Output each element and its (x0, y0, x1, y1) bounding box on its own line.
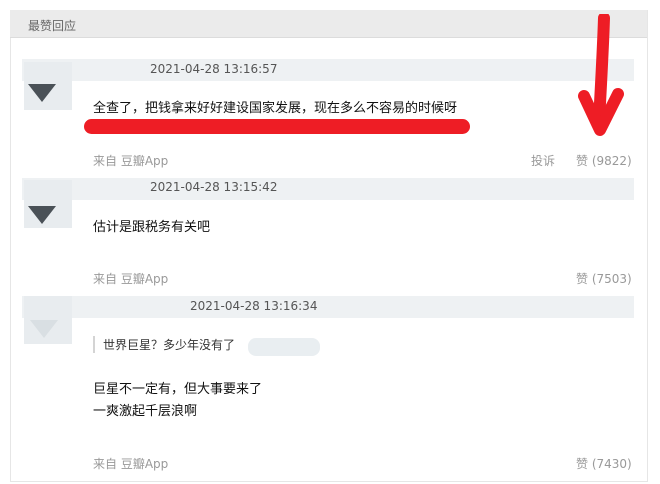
comment-timestamp: 2021-04-28 13:16:57 (150, 62, 278, 76)
like-button[interactable]: 赞 (7503) (576, 270, 632, 287)
avatar[interactable] (24, 62, 72, 110)
comment-timestamp: 2021-04-28 13:15:42 (150, 180, 278, 194)
comment-content: 巨星不一定有，但大事要来了 (93, 382, 263, 397)
red-underline-annotation (84, 119, 470, 134)
quoted-comment: 世界巨星？多少年没有了 (93, 336, 235, 353)
comment-meta-bar (22, 59, 634, 81)
like-button[interactable]: 赞 (7430) (576, 455, 632, 472)
quote-text: 世界巨星？多少年没有了 (103, 338, 236, 352)
red-arrow-annotation (578, 14, 624, 136)
comment-timestamp: 2021-04-28 13:16:34 (190, 299, 318, 313)
avatar[interactable] (24, 180, 72, 228)
like-button[interactable]: 赞 (9822) (576, 152, 632, 169)
section-title: 最赞回应 (28, 19, 77, 33)
comment-content: 全查了，把钱拿来好好建设国家发展，现在多么不容易的时候呀 (93, 101, 458, 116)
avatar[interactable] (24, 296, 72, 344)
comment-meta-bar (22, 296, 634, 318)
report-button[interactable]: 投诉 (531, 152, 555, 169)
comment-meta-bar (22, 178, 634, 200)
comment-source[interactable]: 来自 豆瓣App (93, 455, 168, 472)
blurred-redaction (248, 338, 320, 356)
section-header: 最赞回应 (10, 10, 647, 38)
comment-content: 一爽激起千层浪啊 (93, 404, 198, 419)
comment-source[interactable]: 来自 豆瓣App (93, 152, 168, 169)
comment-content: 估计是跟税务有关吧 (93, 220, 211, 235)
comment-source[interactable]: 来自 豆瓣App (93, 270, 168, 287)
